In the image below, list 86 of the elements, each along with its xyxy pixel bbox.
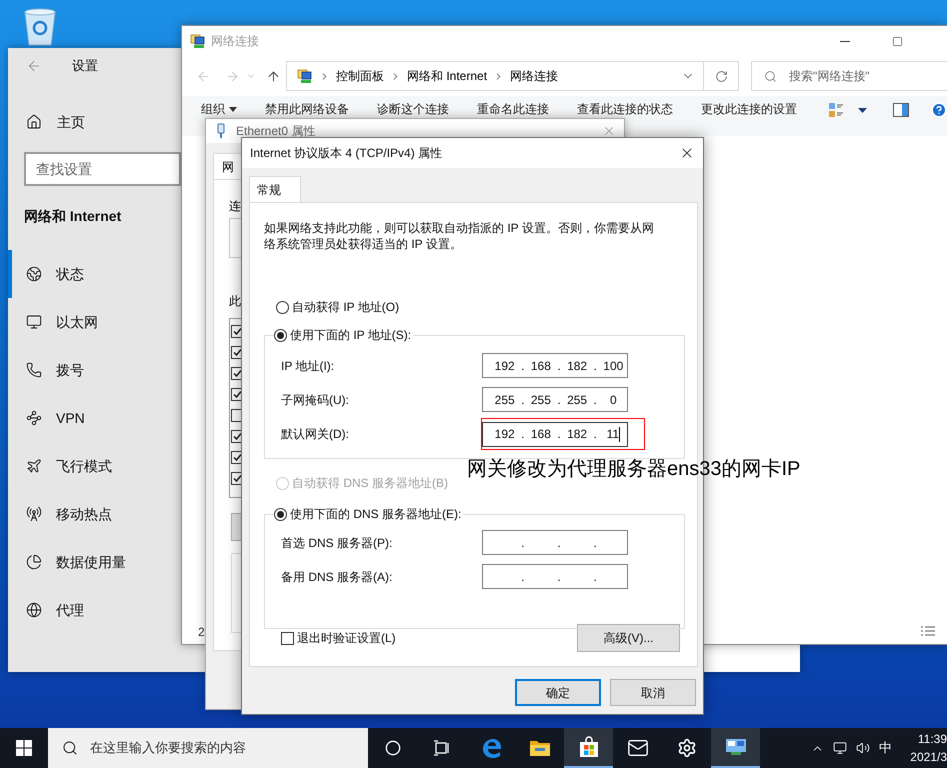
vpn-icon [26, 410, 42, 426]
status-text: 2 [198, 624, 205, 641]
nav-item[interactable]: 主页 [8, 102, 181, 142]
shopping-bag-icon [578, 736, 600, 758]
toolbar-button[interactable]: 重命名此连接 [477, 101, 549, 117]
refresh-icon [714, 70, 728, 82]
volume-icon[interactable] [856, 741, 870, 755]
airplane-icon [26, 458, 42, 474]
radio-button[interactable]: 使用下面的 DNS 服务器地址(E): [274, 506, 464, 522]
section-title: 网络和 Internet [23, 207, 122, 226]
address-bar[interactable]: 控制面板 网络和 Internet 网络连接 [286, 61, 704, 91]
field-label: IP 地址(I): [281, 358, 336, 374]
network-folder-icon [297, 68, 313, 84]
ip-address-field[interactable]: 255 . 255 . 255 . 0 [482, 387, 628, 412]
network-window-icon [724, 738, 746, 756]
cortana-icon [384, 740, 400, 756]
help-icon[interactable] [931, 102, 947, 118]
search-icon [62, 740, 78, 756]
up-icon[interactable] [266, 68, 281, 84]
nav-item[interactable]: 代理 [8, 586, 181, 634]
input-method-indicator[interactable]: 中 [879, 738, 892, 758]
globe-icon [26, 602, 42, 618]
breadcrumb-item[interactable]: 控制面板 [336, 67, 384, 85]
globe-icon [26, 266, 42, 282]
nav-item[interactable]: 移动热点 [8, 490, 181, 538]
nav-item[interactable]: 拨号 [8, 346, 181, 394]
field-label: 默认网关(D): [281, 426, 350, 442]
task-view-icon [432, 740, 450, 756]
nav-item[interactable]: 数据使用量 [8, 538, 181, 586]
ip-address-field[interactable]: 192 . 168 . 182 . 100 [482, 353, 628, 378]
adapter-icon [216, 123, 226, 139]
taskbar-button[interactable] [564, 728, 613, 768]
maximize-icon [892, 36, 902, 46]
cancel-button[interactable]: 取消 [610, 679, 696, 706]
toolbar-button[interactable]: 禁用此网络设备 [265, 101, 349, 117]
search-icon [764, 70, 777, 82]
network-icon[interactable] [833, 741, 847, 755]
caret-icon [229, 106, 237, 112]
tab[interactable]: 常规 [249, 176, 301, 202]
house-icon [26, 114, 42, 130]
window-title: 设置 [72, 57, 98, 76]
field-label: 子网掩码(U): [281, 392, 350, 408]
ip-address-field[interactable]: . . . [482, 564, 628, 589]
pie-chart-icon [26, 554, 42, 570]
section-label: 此 [229, 293, 241, 309]
ip-address-field[interactable]: 192 . 168 . 182 . 11 [482, 422, 628, 446]
nav-item[interactable]: VPN [8, 394, 181, 442]
search-field[interactable]: 查找设置 [24, 152, 181, 186]
nav-item[interactable]: 以太网 [8, 298, 181, 346]
settings-icon [676, 738, 696, 758]
network-folder-icon [190, 33, 206, 49]
view-options-icon[interactable] [828, 102, 844, 118]
search-field[interactable]: 搜索"网络连接" [751, 61, 947, 91]
description-text: 如果网络支持此功能，则可以获取自动指派的 IP 设置。否则，你需要从网络系统管理员处获得适当的 IP 设置。 [264, 220, 655, 252]
back-icon[interactable] [26, 58, 42, 74]
minimize-icon [840, 40, 850, 42]
window-title: Ethernet0 属性 [236, 123, 316, 140]
toolbar-button[interactable]: 组织 [201, 101, 237, 117]
monitor-icon [26, 314, 42, 330]
field-label: 备用 DNS 服务器(A): [281, 568, 394, 586]
phone-icon [26, 362, 42, 378]
toolbar-button[interactable]: 诊断这个连接 [377, 101, 449, 117]
search-field[interactable]: 在这里输入你要搜索的内容 [48, 728, 368, 768]
folder-icon [528, 738, 550, 758]
section-label: 连 [229, 198, 241, 214]
toolbar-button[interactable]: 查看此连接的状态 [577, 101, 673, 117]
ip-address-field[interactable]: . . . [482, 530, 628, 555]
recycle-bin-icon[interactable] [22, 8, 58, 46]
details-view-icon[interactable] [921, 626, 935, 638]
radio-button[interactable]: 使用下面的 IP 地址(S): [274, 327, 414, 343]
breadcrumb-item[interactable]: 网络连接 [510, 67, 558, 85]
toolbar-button[interactable]: 更改此连接的设置 [701, 101, 797, 117]
hotspot-icon [26, 506, 42, 522]
clock[interactable]: 11:39 2021/3 [901, 730, 947, 766]
breadcrumb-item[interactable]: 网络和 Internet [407, 67, 488, 85]
field-label: 首选 DNS 服务器(P): [281, 534, 394, 552]
advanced-button[interactable]: 高级(V)... [577, 624, 680, 652]
nav-item[interactable]: 飞行模式 [8, 442, 181, 490]
preview-pane-icon[interactable] [893, 103, 909, 117]
ok-button[interactable]: 确定 [515, 679, 601, 706]
caret-icon[interactable] [858, 108, 867, 112]
taskbar-button[interactable] [711, 728, 760, 768]
checkbox[interactable]: 退出时验证设置(L) [281, 629, 396, 647]
window-title: 网络连接 [211, 33, 259, 50]
mail-icon [626, 737, 648, 759]
windows-logo-icon [16, 740, 32, 756]
